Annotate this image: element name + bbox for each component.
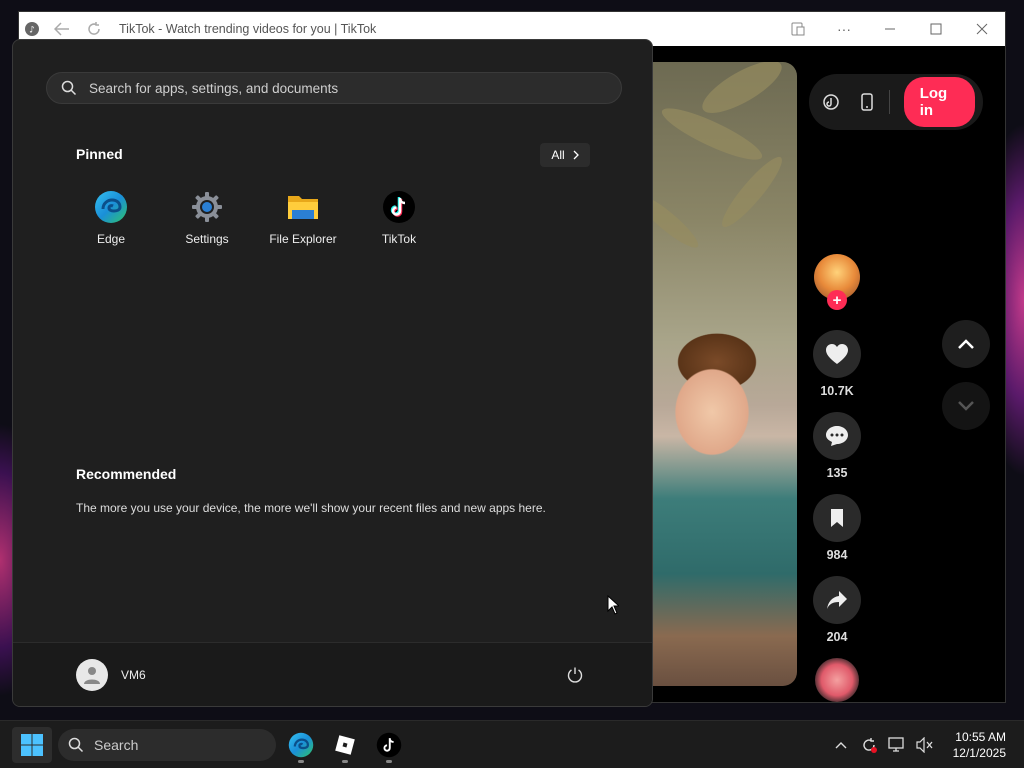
mouse-cursor-icon	[607, 595, 619, 615]
start-search-box[interactable]	[46, 72, 622, 104]
next-video-button[interactable]	[942, 382, 990, 430]
power-icon	[567, 667, 583, 683]
search-icon	[61, 80, 77, 96]
back-arrow-icon[interactable]	[51, 18, 73, 40]
clock-date: 12/1/2025	[952, 746, 1006, 760]
share-arrow-icon	[827, 591, 847, 609]
search-icon	[68, 737, 84, 753]
share-button[interactable]	[813, 576, 861, 624]
maximize-button[interactable]	[913, 12, 959, 46]
refresh-icon[interactable]	[83, 18, 105, 40]
pinned-apps-grid: Edge Settings File Explorer TikTok	[63, 190, 447, 246]
settings-gear-icon	[190, 190, 224, 224]
chevron-right-icon	[573, 150, 579, 160]
divider	[888, 90, 890, 114]
recommended-message: The more you use your device, the more w…	[76, 501, 546, 515]
close-button[interactable]	[959, 12, 1005, 46]
app-label: TikTok	[381, 232, 417, 246]
browser-window-title: TikTok - Watch trending videos for you |…	[119, 22, 377, 36]
pinned-app-edge[interactable]: Edge	[63, 190, 159, 246]
user-icon	[84, 666, 100, 684]
tiktok-icon	[382, 190, 416, 224]
bookmark-button[interactable]	[813, 494, 861, 542]
minimize-button[interactable]	[867, 12, 913, 46]
clock-time: 10:55 AM	[955, 730, 1006, 744]
svg-text:♪: ♪	[29, 26, 35, 36]
creator-avatar[interactable]: +	[814, 254, 860, 310]
user-name[interactable]: VM6	[121, 668, 146, 682]
comment-icon	[826, 426, 848, 446]
video-player[interactable]	[637, 62, 797, 686]
comment-button[interactable]	[813, 412, 861, 460]
show-hidden-icons-chevron-icon[interactable]	[827, 731, 855, 759]
login-button[interactable]: Log in	[903, 77, 975, 127]
tiktok-favicon-icon: ♪	[21, 18, 43, 40]
like-count: 10.7K	[820, 384, 854, 398]
recommended-title: Recommended	[76, 466, 177, 482]
app-available-icon[interactable]	[775, 12, 821, 46]
edge-icon	[94, 190, 128, 224]
bookmark-count: 984	[826, 548, 848, 562]
folder-icon	[286, 190, 320, 224]
previous-video-button[interactable]	[942, 320, 990, 368]
comment-count: 135	[826, 466, 848, 480]
top-actions-bar: Log in	[809, 74, 983, 130]
all-apps-button[interactable]: All	[540, 143, 590, 167]
clock[interactable]: 10:55 AM 12/1/2025	[939, 729, 1024, 761]
heart-icon	[826, 344, 848, 364]
start-button[interactable]	[12, 727, 52, 763]
pinned-app-file-explorer[interactable]: File Explorer	[255, 190, 351, 246]
volume-muted-icon[interactable]	[911, 731, 939, 759]
follow-plus-icon[interactable]: +	[827, 290, 847, 310]
get-coins-icon[interactable]	[817, 86, 845, 118]
roblox-icon	[335, 735, 355, 755]
network-icon[interactable]	[883, 731, 911, 759]
share-count: 204	[826, 630, 848, 644]
taskbar-edge[interactable]	[281, 727, 321, 763]
pinned-title: Pinned	[76, 146, 123, 162]
taskbar: Search 10:55 AM 12/1/2025	[0, 720, 1024, 768]
taskbar-search[interactable]: Search	[58, 729, 276, 761]
start-menu: Pinned All Edge Settings File Explorer	[12, 39, 653, 707]
user-avatar[interactable]	[76, 658, 108, 691]
all-apps-label: All	[551, 148, 565, 162]
edge-icon	[288, 732, 314, 758]
taskbar-roblox[interactable]	[325, 727, 365, 763]
pinned-app-settings[interactable]: Settings	[159, 190, 255, 246]
app-label: Settings	[185, 232, 229, 246]
tiktok-icon	[376, 732, 402, 758]
get-app-icon[interactable]	[853, 86, 881, 118]
bookmark-icon	[831, 509, 843, 527]
app-label: Edge	[96, 232, 126, 246]
power-button[interactable]	[561, 661, 589, 689]
sync-icon[interactable]	[855, 731, 883, 759]
chevron-down-icon	[958, 401, 974, 411]
start-search-input[interactable]	[89, 80, 589, 96]
music-disc-icon[interactable]	[815, 658, 859, 702]
more-options-icon[interactable]: ···	[821, 12, 867, 46]
chevron-up-icon	[958, 339, 974, 349]
app-label: File Explorer	[269, 232, 337, 246]
like-button[interactable]	[813, 330, 861, 378]
system-tray: 10:55 AM 12/1/2025	[827, 721, 1024, 768]
taskbar-tiktok[interactable]	[369, 727, 409, 763]
pinned-app-tiktok[interactable]: TikTok	[351, 190, 447, 246]
start-footer: VM6	[13, 642, 652, 706]
windows-logo-icon	[21, 734, 43, 756]
video-side-actions: + 10.7K 135 984 204	[813, 254, 861, 702]
taskbar-search-label: Search	[94, 737, 139, 753]
